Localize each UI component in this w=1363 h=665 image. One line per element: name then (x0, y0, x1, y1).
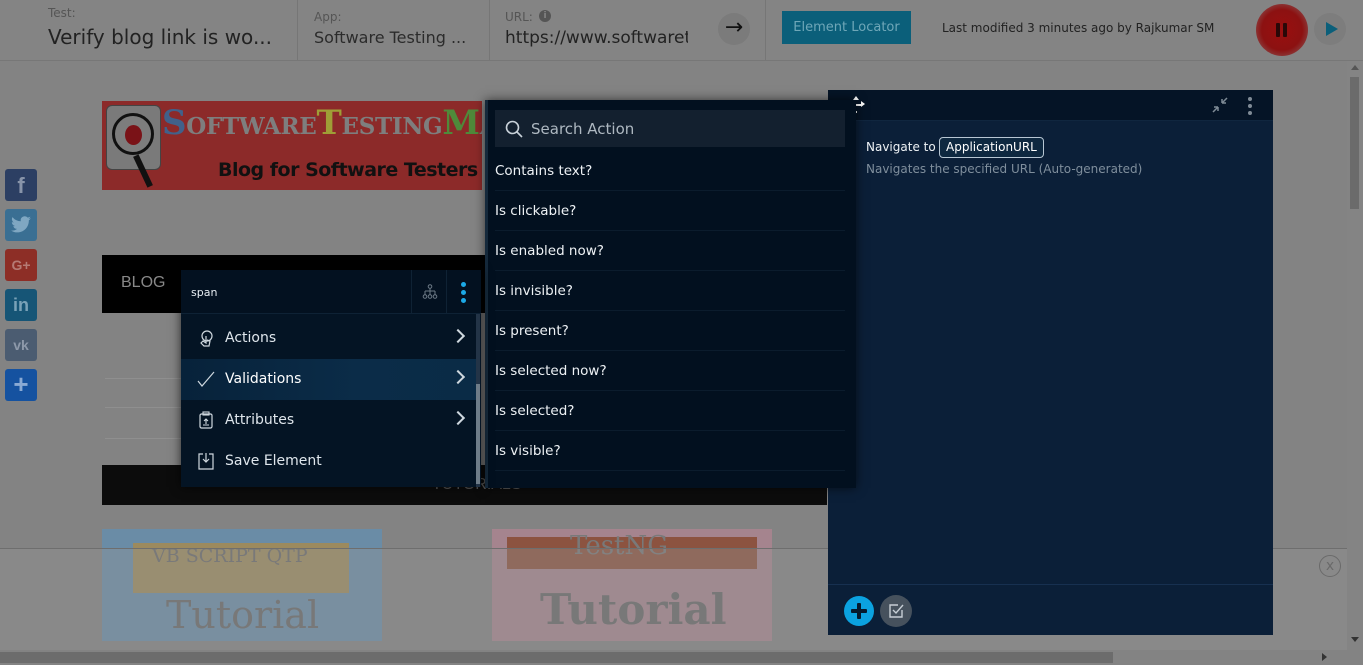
last-modified-text: Last modified 3 minutes ago by Rajkumar … (942, 21, 1215, 35)
app-name[interactable]: Software Testing ... (314, 28, 484, 47)
site-search-widget (105, 352, 185, 442)
horizontal-scrollbar[interactable] (0, 650, 1347, 665)
test-label: Test: (48, 6, 76, 20)
scroll-right-icon[interactable] (1322, 653, 1327, 661)
context-menu-header: span (181, 270, 481, 314)
panel-more-options-icon[interactable] (1246, 97, 1254, 115)
action-item-is-invisible[interactable]: Is invisible? (495, 271, 845, 311)
logo-title: SOFTWARETESTINGMATERIAL (162, 103, 482, 143)
logo-subtitle: Blog for Software Testers (218, 159, 478, 181)
info-icon[interactable]: i (539, 10, 551, 22)
dom-tree-button[interactable] (411, 270, 447, 314)
horizontal-scroll-thumb[interactable] (0, 652, 1113, 663)
step-action: Navigate to (866, 140, 936, 154)
scroll-up-icon[interactable] (1351, 65, 1359, 70)
test-name-section[interactable]: Test: Verify blog link is wo... (0, 0, 298, 60)
menu-item-actions[interactable]: Actions (181, 318, 476, 359)
pause-recording-button[interactable] (1256, 4, 1308, 56)
more-options-icon[interactable] (453, 282, 473, 304)
test-steps-panel: Navigate to ApplicationURL Navigates the… (828, 90, 1273, 635)
test-toolbar: Test: Verify blog link is wo... App: Sof… (0, 0, 1363, 61)
action-item-is-selected[interactable]: Is selected? (495, 391, 845, 431)
menu-item-attributes[interactable]: Attributes (181, 400, 476, 441)
scroll-down-icon[interactable] (1351, 637, 1359, 642)
steps-panel-header (828, 90, 1273, 121)
clipboard-icon (199, 411, 213, 429)
magnifier-bug-icon (106, 105, 161, 188)
search-action-input[interactable] (531, 110, 831, 147)
validation-action-menu: Contains text? Is clickable? Is enabled … (485, 100, 856, 488)
chevron-right-icon (450, 328, 466, 344)
action-menu-scrollbar[interactable] (485, 100, 488, 488)
pause-icon (1276, 23, 1288, 37)
facebook-share-icon[interactable]: f (5, 169, 37, 201)
menu-item-validations[interactable]: Validations (181, 359, 476, 400)
navigate-url-button[interactable]: → (718, 13, 750, 45)
app-label: App: (314, 10, 342, 24)
action-item-is-clickable[interactable]: Is clickable? (495, 191, 845, 231)
step-parameter-chip[interactable]: ApplicationURL (939, 137, 1044, 158)
step-description: Navigates the specified URL (Auto-genera… (866, 162, 1143, 176)
arrow-right-icon: → (724, 15, 744, 40)
play-button[interactable] (1314, 13, 1346, 45)
vertical-scrollbar[interactable] (1347, 61, 1363, 650)
play-icon (1326, 22, 1338, 36)
add-validation-button[interactable] (880, 595, 912, 627)
url-section: URL: i https://www.softwaretestingmateri… (490, 0, 766, 60)
vertical-scroll-thumb[interactable] (1350, 77, 1359, 209)
element-locator-button[interactable]: Element Locator (782, 11, 911, 44)
action-item-is-present[interactable]: Is present? (495, 311, 845, 351)
collapse-icon[interactable] (1212, 97, 1228, 113)
vk-share-icon[interactable]: vk (5, 329, 37, 361)
app-section[interactable]: App: Software Testing ... (298, 0, 490, 60)
steps-panel-footer (828, 584, 1273, 635)
test-name[interactable]: Verify blog link is wo... (48, 25, 288, 49)
chevron-right-icon (450, 410, 466, 426)
linkedin-share-icon[interactable]: in (5, 289, 37, 321)
checkbox-icon (889, 604, 904, 618)
url-value[interactable]: https://www.softwaretestingmaterial.com (505, 28, 688, 48)
close-icon[interactable]: x (1319, 555, 1341, 577)
site-logo[interactable]: SOFTWARETESTINGMATERIAL Blog for Softwar… (102, 101, 482, 190)
hierarchy-icon (422, 284, 438, 299)
more-share-icon[interactable]: + (5, 369, 37, 401)
search-icon (505, 120, 523, 138)
pointer-hand-icon (200, 330, 213, 347)
action-item-contains-text[interactable]: Contains text? (495, 151, 845, 191)
context-menu-scrollbar[interactable] (476, 314, 480, 487)
action-item-is-selected-now[interactable]: Is selected now? (495, 351, 845, 391)
checkmark-icon (197, 371, 215, 387)
menu-item-save-element[interactable]: Save Element (181, 441, 476, 482)
add-step-button[interactable] (844, 596, 874, 626)
action-item-is-visible[interactable]: Is visible? (495, 431, 845, 471)
element-context-menu: span Actions Validations Attributes Save… (181, 270, 481, 487)
google-plus-share-icon[interactable]: G+ (5, 249, 37, 281)
action-item-is-enabled-now[interactable]: Is enabled now? (495, 231, 845, 271)
twitter-share-icon[interactable] (5, 209, 37, 241)
search-action-box[interactable] (495, 110, 845, 147)
chevron-right-icon (450, 369, 466, 385)
url-label: URL: (505, 10, 533, 24)
save-download-icon (198, 453, 214, 470)
element-tag-name: span (191, 286, 218, 299)
nav-blog-link[interactable]: BLOG (121, 274, 165, 292)
